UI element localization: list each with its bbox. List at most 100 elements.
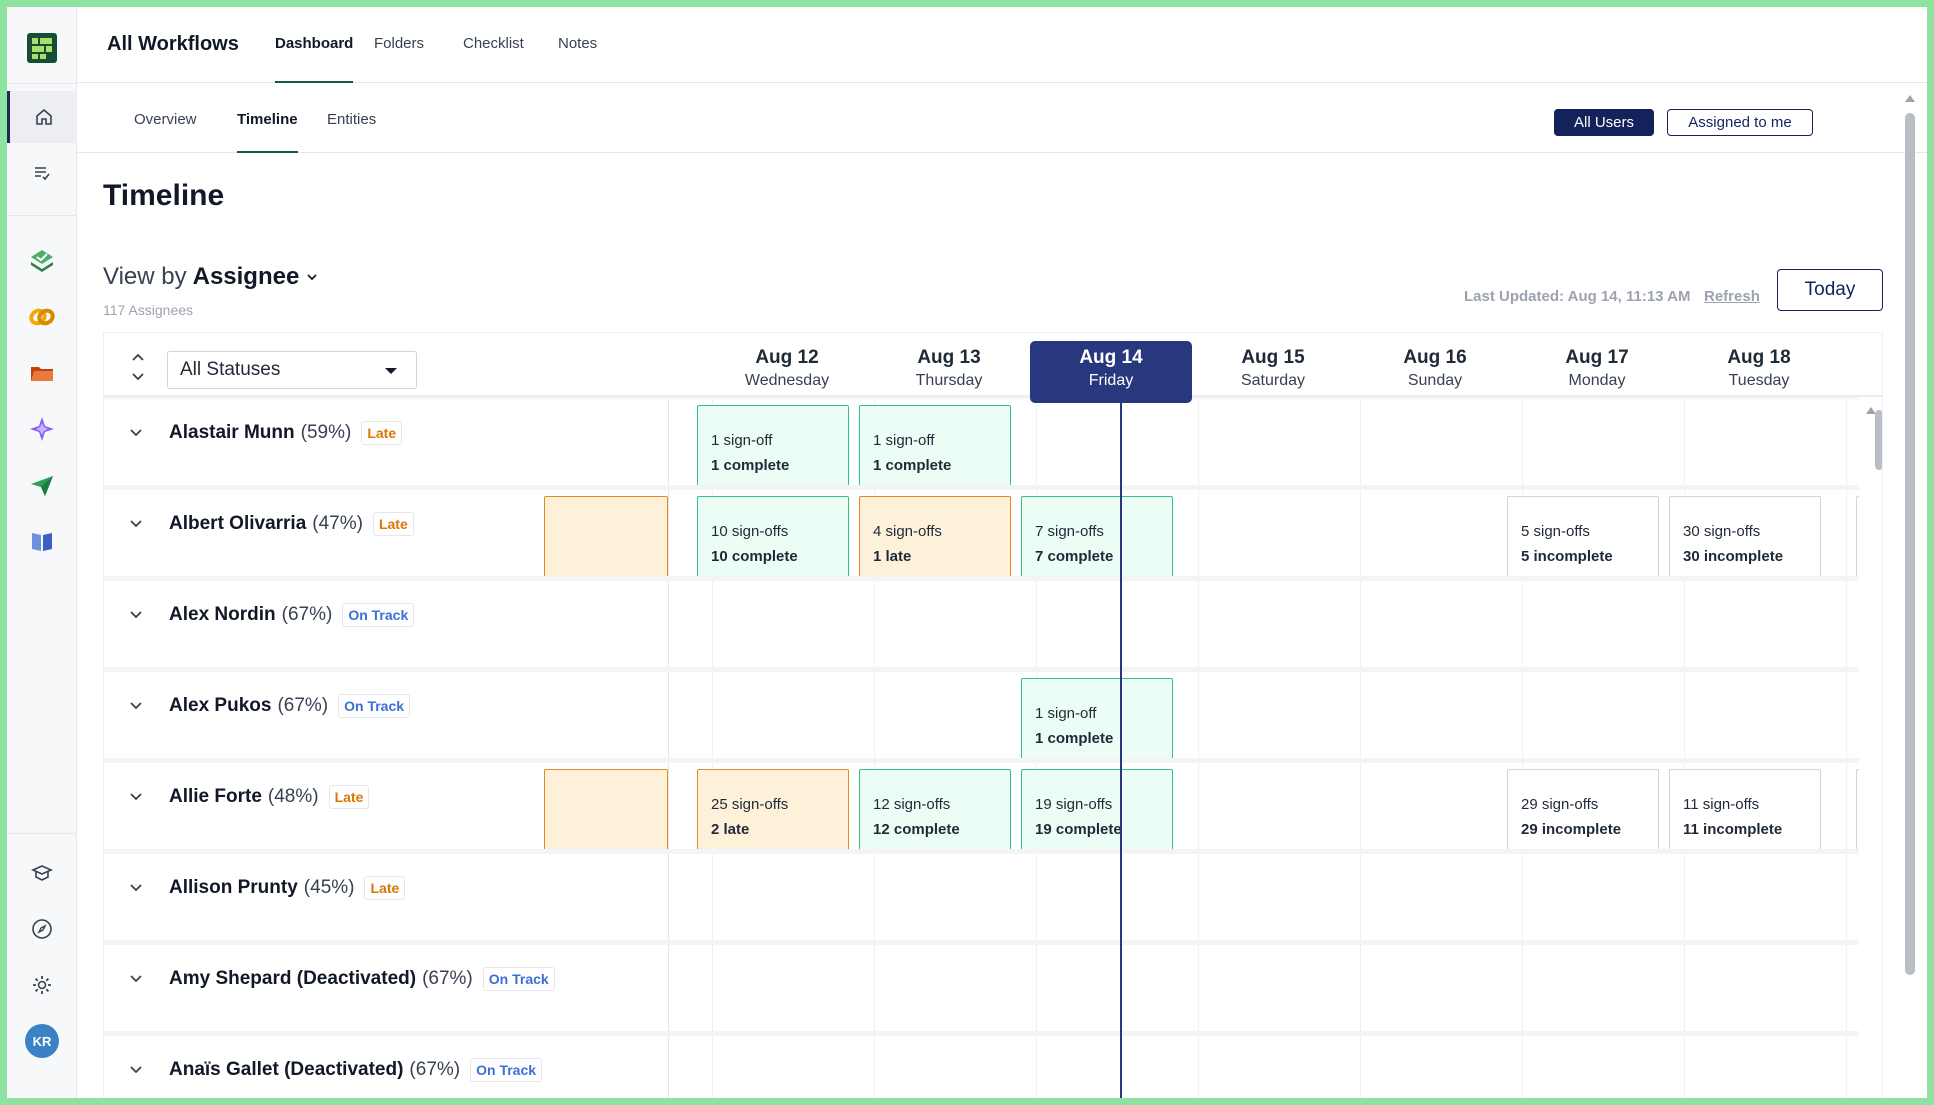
page-scrollbar[interactable]: [1905, 113, 1915, 975]
previous-day-card[interactable]: [544, 496, 668, 580]
timeline-scrollbar-thumb[interactable]: [1875, 410, 1882, 470]
sidebar-tasks[interactable]: [7, 147, 77, 199]
assignee-name[interactable]: Allie Forte: [169, 786, 262, 808]
signoff-card[interactable]: 4 sign-offs 1 late: [859, 496, 1011, 580]
tab-folders[interactable]: Folders: [374, 35, 424, 83]
grid-line: [1522, 1036, 1523, 1098]
grid-line: [712, 672, 713, 758]
grid-line: [1522, 399, 1523, 485]
signoff-card[interactable]: 30 sign-offs 30 incomplete: [1669, 496, 1821, 580]
assignee-name[interactable]: Albert Olivarria: [169, 513, 306, 535]
sidebar-home[interactable]: [7, 91, 77, 143]
sidebar-app-folder[interactable]: [7, 347, 77, 399]
weekday-label: Wednesday: [744, 372, 830, 389]
grid-line: [1522, 581, 1523, 667]
sidebar-app-book[interactable]: [7, 515, 77, 567]
chevron-down-icon[interactable]: [128, 425, 144, 441]
grid-line: [1684, 399, 1685, 485]
assignee-label: Alex Nordin (67%) On Track: [169, 603, 415, 627]
all-users-button[interactable]: All Users: [1554, 109, 1654, 136]
app-logo[interactable]: [27, 33, 57, 63]
signoff-card[interactable]: 1 sign-off 1 complete: [859, 405, 1011, 489]
signoff-card[interactable]: 11 sign-offs 11 incomplete: [1669, 769, 1821, 853]
chevron-down-icon[interactable]: [128, 698, 144, 714]
avatar[interactable]: KR: [25, 1024, 59, 1058]
status-filter-select[interactable]: All Statuses: [167, 351, 417, 389]
assignee-label: Amy Shepard (Deactivated) (67%) On Track: [169, 967, 555, 991]
sidebar-app-link[interactable]: [7, 291, 77, 343]
grid-line: [1198, 945, 1199, 1031]
tab-checklist[interactable]: Checklist: [463, 35, 524, 83]
signoff-card[interactable]: 12 sign-offs 12 complete: [859, 769, 1011, 853]
date-label: Aug 15: [1241, 347, 1305, 368]
signoff-card[interactable]: 7 sign-offs 7 complete: [1021, 496, 1173, 580]
signoff-card[interactable]: 25 sign-offs 2 late: [697, 769, 849, 853]
page-scrollbar-thumb[interactable]: [1905, 113, 1915, 975]
signoff-card[interactable]: 19 sign-offs 19 complete: [1021, 769, 1173, 853]
signoff-card[interactable]: 29 sign-offs 29 incomplete: [1507, 769, 1659, 853]
assignee-cell: Alex Nordin (67%) On Track: [104, 581, 669, 667]
sidebar-settings[interactable]: [7, 959, 77, 1011]
top-nav: All Workflows Dashboard Folders Checklis…: [77, 7, 1927, 83]
assignee-name[interactable]: Amy Shepard (Deactivated): [169, 968, 416, 990]
assignee-percent: (67%): [281, 604, 333, 625]
learn-icon: [31, 865, 53, 881]
sidebar-explore[interactable]: [7, 903, 77, 955]
sidebar-app-checklist[interactable]: [7, 235, 77, 287]
assigned-to-me-button[interactable]: Assigned to me: [1667, 109, 1813, 136]
grid-line: [1684, 581, 1685, 667]
assignee-percent: (67%): [422, 968, 473, 989]
date-column-header: Aug 17 Monday: [1516, 347, 1678, 395]
chevron-down-icon[interactable]: [128, 607, 144, 623]
table-row: Anaïs Gallet (Deactivated) (67%) On Track: [104, 1036, 1866, 1098]
book-app-icon: [32, 533, 52, 551]
tab-dashboard[interactable]: Dashboard: [275, 35, 354, 83]
chevron-down-icon[interactable]: [128, 1062, 144, 1078]
chevron-down-icon[interactable]: [128, 880, 144, 896]
signoff-count: 4 sign-offs: [873, 523, 942, 540]
chevron-down-icon[interactable]: [128, 516, 144, 532]
gear-icon: [33, 976, 51, 994]
refresh-link[interactable]: Refresh: [1704, 288, 1760, 305]
signoff-card[interactable]: 5 sign-offs 5 incomplete: [1507, 496, 1659, 580]
view-by-value[interactable]: Assignee: [193, 263, 300, 291]
grid-line: [1036, 1036, 1037, 1098]
status-badge: Late: [364, 876, 406, 900]
previous-day-card[interactable]: [544, 769, 668, 853]
link-app-icon: [29, 308, 55, 326]
grid-line: [1360, 1036, 1361, 1098]
signoff-status: 1 late: [873, 548, 912, 565]
subtab-overview[interactable]: Overview: [134, 111, 197, 153]
today-marker: [1120, 397, 1122, 1098]
assignee-name[interactable]: Alastair Munn: [169, 422, 295, 444]
today-button[interactable]: Today: [1777, 269, 1883, 311]
signoff-status: 10 complete: [711, 548, 798, 565]
signoff-card[interactable]: 1 sign-off 1 complete: [697, 405, 849, 489]
sidebar-app-send[interactable]: [7, 459, 77, 511]
subtab-timeline[interactable]: Timeline: [237, 111, 298, 153]
tab-notes[interactable]: Notes: [558, 35, 597, 83]
subtab-entities[interactable]: Entities: [327, 111, 376, 153]
sidebar-learn[interactable]: [7, 847, 77, 899]
grid-line: [1846, 945, 1847, 1031]
expand-collapse-icon[interactable]: [130, 351, 146, 383]
chevron-down-icon[interactable]: [128, 971, 144, 987]
assignee-name[interactable]: Alex Nordin: [169, 604, 276, 626]
signoff-status: 12 complete: [873, 821, 960, 838]
sidebar-profile[interactable]: KR: [7, 1015, 77, 1067]
view-by-selector[interactable]: View by Assignee: [103, 263, 319, 291]
chevron-down-icon[interactable]: [128, 789, 144, 805]
signoff-card[interactable]: 10 sign-offs 10 complete: [697, 496, 849, 580]
signoff-count: 7 sign-offs: [1035, 523, 1104, 540]
signoff-card[interactable]: 1 sign-off 1 complete: [1021, 678, 1173, 762]
assignee-name[interactable]: Allison Prunty: [169, 877, 298, 899]
assignee-label: Allison Prunty (45%) Late: [169, 876, 406, 900]
assignee-name[interactable]: Alex Pukos: [169, 695, 271, 717]
page-scroll-up-icon[interactable]: [1904, 93, 1916, 103]
sidebar-app-sparkle[interactable]: [7, 403, 77, 455]
timeline-panel: All Statuses Aug 12 Wednesday Aug 13 Thursd…: [103, 332, 1883, 1098]
compass-icon: [32, 919, 52, 939]
grid-line: [1846, 490, 1847, 576]
signoff-status: 29 incomplete: [1521, 821, 1622, 838]
assignee-name[interactable]: Anaïs Gallet (Deactivated): [169, 1059, 403, 1081]
